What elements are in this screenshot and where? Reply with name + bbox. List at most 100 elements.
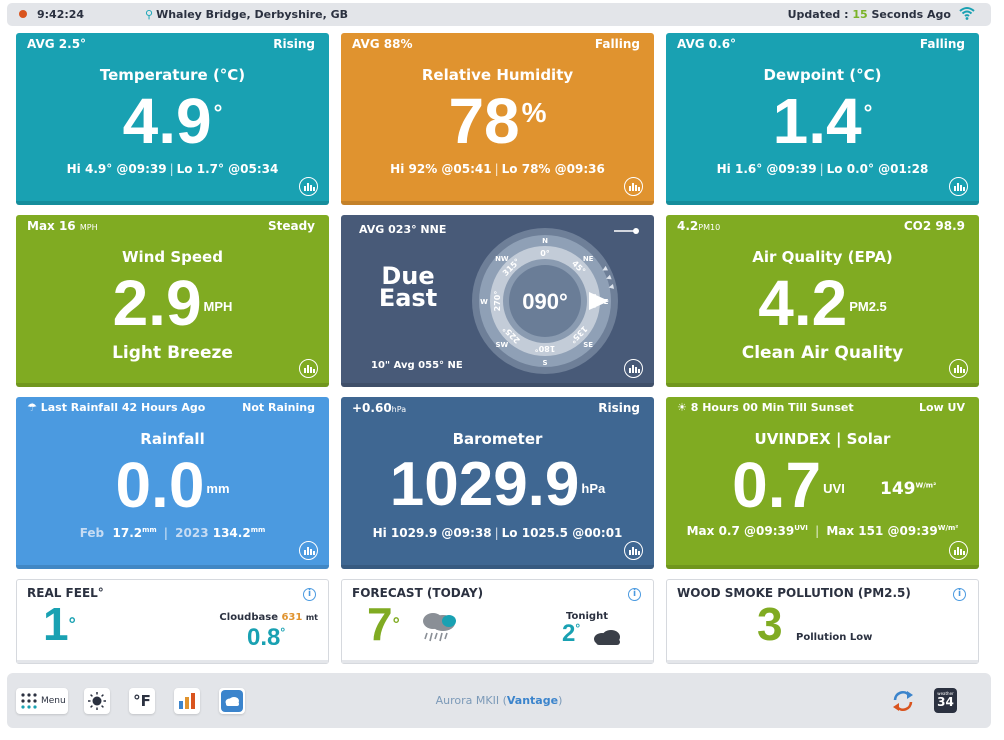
temperature-value: 4.9 [122, 85, 212, 157]
tile-shadow [341, 201, 654, 205]
refresh-icon[interactable] [891, 690, 915, 712]
barometer-title: Barometer [452, 430, 543, 448]
cloud-icon [594, 630, 620, 645]
chart-icon[interactable] [624, 541, 643, 560]
rainfall-month-value: 17.2 [112, 526, 143, 540]
rainfall-last: ☂ Last Rainfall 42 Hours Ago [27, 401, 205, 414]
temperature-hi: Hi 4.9° @09:39 [66, 162, 167, 176]
rainfall-value-wrap: 0.0 mm [16, 449, 329, 521]
theme-toggle-button[interactable] [84, 688, 110, 714]
umbrella-icon: ☂ [27, 401, 37, 414]
info-icon[interactable]: i [628, 588, 641, 601]
rainfall-month-label: Feb [79, 526, 105, 540]
separator: | [819, 162, 824, 176]
menu-label: Menu [41, 696, 66, 706]
wind-direction-tile[interactable]: AVG 023° NNE Due East 10" Avg 055° NE N NE… [341, 215, 654, 387]
tile-shadow [666, 383, 979, 387]
humidity-hilo: Hi 92% @05:41 | Lo 78% @09:36 [341, 162, 654, 176]
compass-cardinal-label: NE [583, 255, 594, 263]
humidity-avg: AVG 88% [352, 37, 413, 51]
compass-cardinal-label: SE [583, 341, 593, 349]
info-icon[interactable]: i [303, 588, 316, 601]
units-button[interactable]: °F [129, 688, 155, 714]
humidity-hi: Hi 92% @05:41 [390, 162, 492, 176]
compass-cardinal-label: N [542, 237, 548, 245]
weather-cloud-icon [221, 690, 243, 712]
temperature-hilo: Hi 4.9° @09:39 | Lo 1.7° @05:34 [16, 162, 329, 176]
sun-icon: ☀ [677, 401, 687, 414]
air-pm10-unit: PM10 [698, 223, 721, 232]
cloudbase-label: Cloudbase [219, 612, 278, 623]
barometer-change: +0.60hPa [352, 401, 406, 415]
uv-sunset-text: 8 Hours 00 Min Till Sunset [690, 401, 854, 414]
wind-max-value: Max 16 [27, 219, 76, 233]
barometer-value-wrap: 1029.9 hPa [341, 449, 654, 521]
brand-version: Vantage [506, 694, 559, 707]
air-quality-unit: PM2.5 [849, 299, 887, 314]
separator: | [815, 524, 820, 538]
tile-shadow [341, 383, 654, 387]
rainfall-tile[interactable]: ☂ Last Rainfall 42 Hours Ago Not Raining… [16, 397, 329, 569]
forecast-tile[interactable]: FORECAST (TODAY) i 7° Tonight 2° [341, 579, 654, 664]
wifi-icon [959, 7, 975, 20]
humidity-title: Relative Humidity [421, 66, 574, 84]
wind-description: Light Breeze [112, 343, 233, 363]
dewpoint-avg: AVG 0.6° [677, 37, 737, 51]
real-feel-tile[interactable]: REAL FEEL° i 1° Cloudbase 631 mt 0.8° [16, 579, 329, 664]
dewpoint-tile[interactable]: AVG 0.6° Falling Dewpoint (°C) 1.4° Hi 1… [666, 33, 979, 205]
location-pin-icon: ⚲ [145, 8, 154, 21]
rainfall-last-text: Last Rainfall 42 Hours Ago [40, 401, 206, 414]
dewpoint-unit: ° [863, 100, 873, 125]
rainfall-month-unit: mm [142, 526, 157, 534]
forecast-value-wrap: 7° [367, 598, 400, 650]
chart-icon[interactable] [624, 359, 643, 378]
barometer-tile[interactable]: +0.60hPa Rising Barometer 1029.9 hPa Hi 1… [341, 397, 654, 569]
wood-smoke-tile[interactable]: WOOD SMOKE POLLUTION (PM2.5) i 3 Polluti… [666, 579, 979, 664]
barometer-value: 1029.9 [389, 450, 580, 519]
chart-icon[interactable] [949, 359, 968, 378]
humidity-trend: Falling [594, 37, 640, 51]
humidity-value-wrap: 78% [341, 85, 654, 157]
location-name: Whaley Bridge, Derbyshire, GB [156, 8, 348, 21]
chart-icon[interactable] [299, 177, 318, 196]
charts-button[interactable] [174, 688, 200, 714]
chart-icon[interactable] [949, 177, 968, 196]
uv-sunset: ☀ 8 Hours 00 Min Till Sunset [677, 401, 854, 414]
tile-shadow [16, 201, 329, 205]
separator: | [494, 162, 499, 176]
uv-solar-tile[interactable]: ☀ 8 Hours 00 Min Till Sunset Low UV UVIN… [666, 397, 979, 569]
separator: | [163, 526, 168, 540]
uv-value: 0.7 [732, 449, 822, 521]
humidity-unit: % [521, 97, 547, 128]
calendar-icon[interactable]: weather 34 [934, 688, 957, 713]
calendar-day: 34 [937, 695, 954, 709]
humidity-tile[interactable]: AVG 88% Falling Relative Humidity 78% Hi… [341, 33, 654, 205]
info-icon[interactable]: i [953, 588, 966, 601]
dewpoint-value: 1.4 [772, 85, 862, 157]
dewpoint-hi: Hi 1.6° @09:39 [716, 162, 817, 176]
uv-max-unit: UVI [794, 524, 808, 532]
cloudbase-value: 631 [281, 612, 303, 623]
separator: | [169, 162, 174, 176]
compass-cardinal-label: W [480, 298, 488, 306]
chart-icon[interactable] [949, 541, 968, 560]
air-pm10-value: 4.2 [677, 219, 699, 233]
tile-shadow [666, 201, 979, 205]
air-quality-tile[interactable]: 4.2PM10 CO2 98.9 Air Quality (EPA) 4.2 PM… [666, 215, 979, 387]
tile-shadow [341, 565, 654, 569]
chart-icon[interactable] [299, 541, 318, 560]
tonight-unit: ° [575, 621, 581, 635]
uv-level: Low UV [918, 401, 965, 414]
wind-speed-tile[interactable]: Max 16 MPH Steady Wind Speed 2.9 MPH Ligh… [16, 215, 329, 387]
chart-icon[interactable] [624, 177, 643, 196]
menu-button[interactable]: Menu [16, 688, 68, 714]
status-dot-icon [19, 10, 27, 18]
dewpoint-trend: Falling [919, 37, 965, 51]
wind-value: 2.9 [112, 267, 202, 339]
weather-app-button[interactable] [219, 688, 245, 714]
wind-max-unit: MPH [79, 223, 98, 232]
temperature-tile[interactable]: AVG 2.5° Rising Temperature (°C) 4.9° Hi… [16, 33, 329, 205]
barometer-hilo: Hi 1029.9 @09:38 | Lo 1025.5 @00:01 [341, 526, 654, 540]
chart-icon[interactable] [299, 359, 318, 378]
wood-smoke-title: WOOD SMOKE POLLUTION (PM2.5) [677, 586, 911, 600]
